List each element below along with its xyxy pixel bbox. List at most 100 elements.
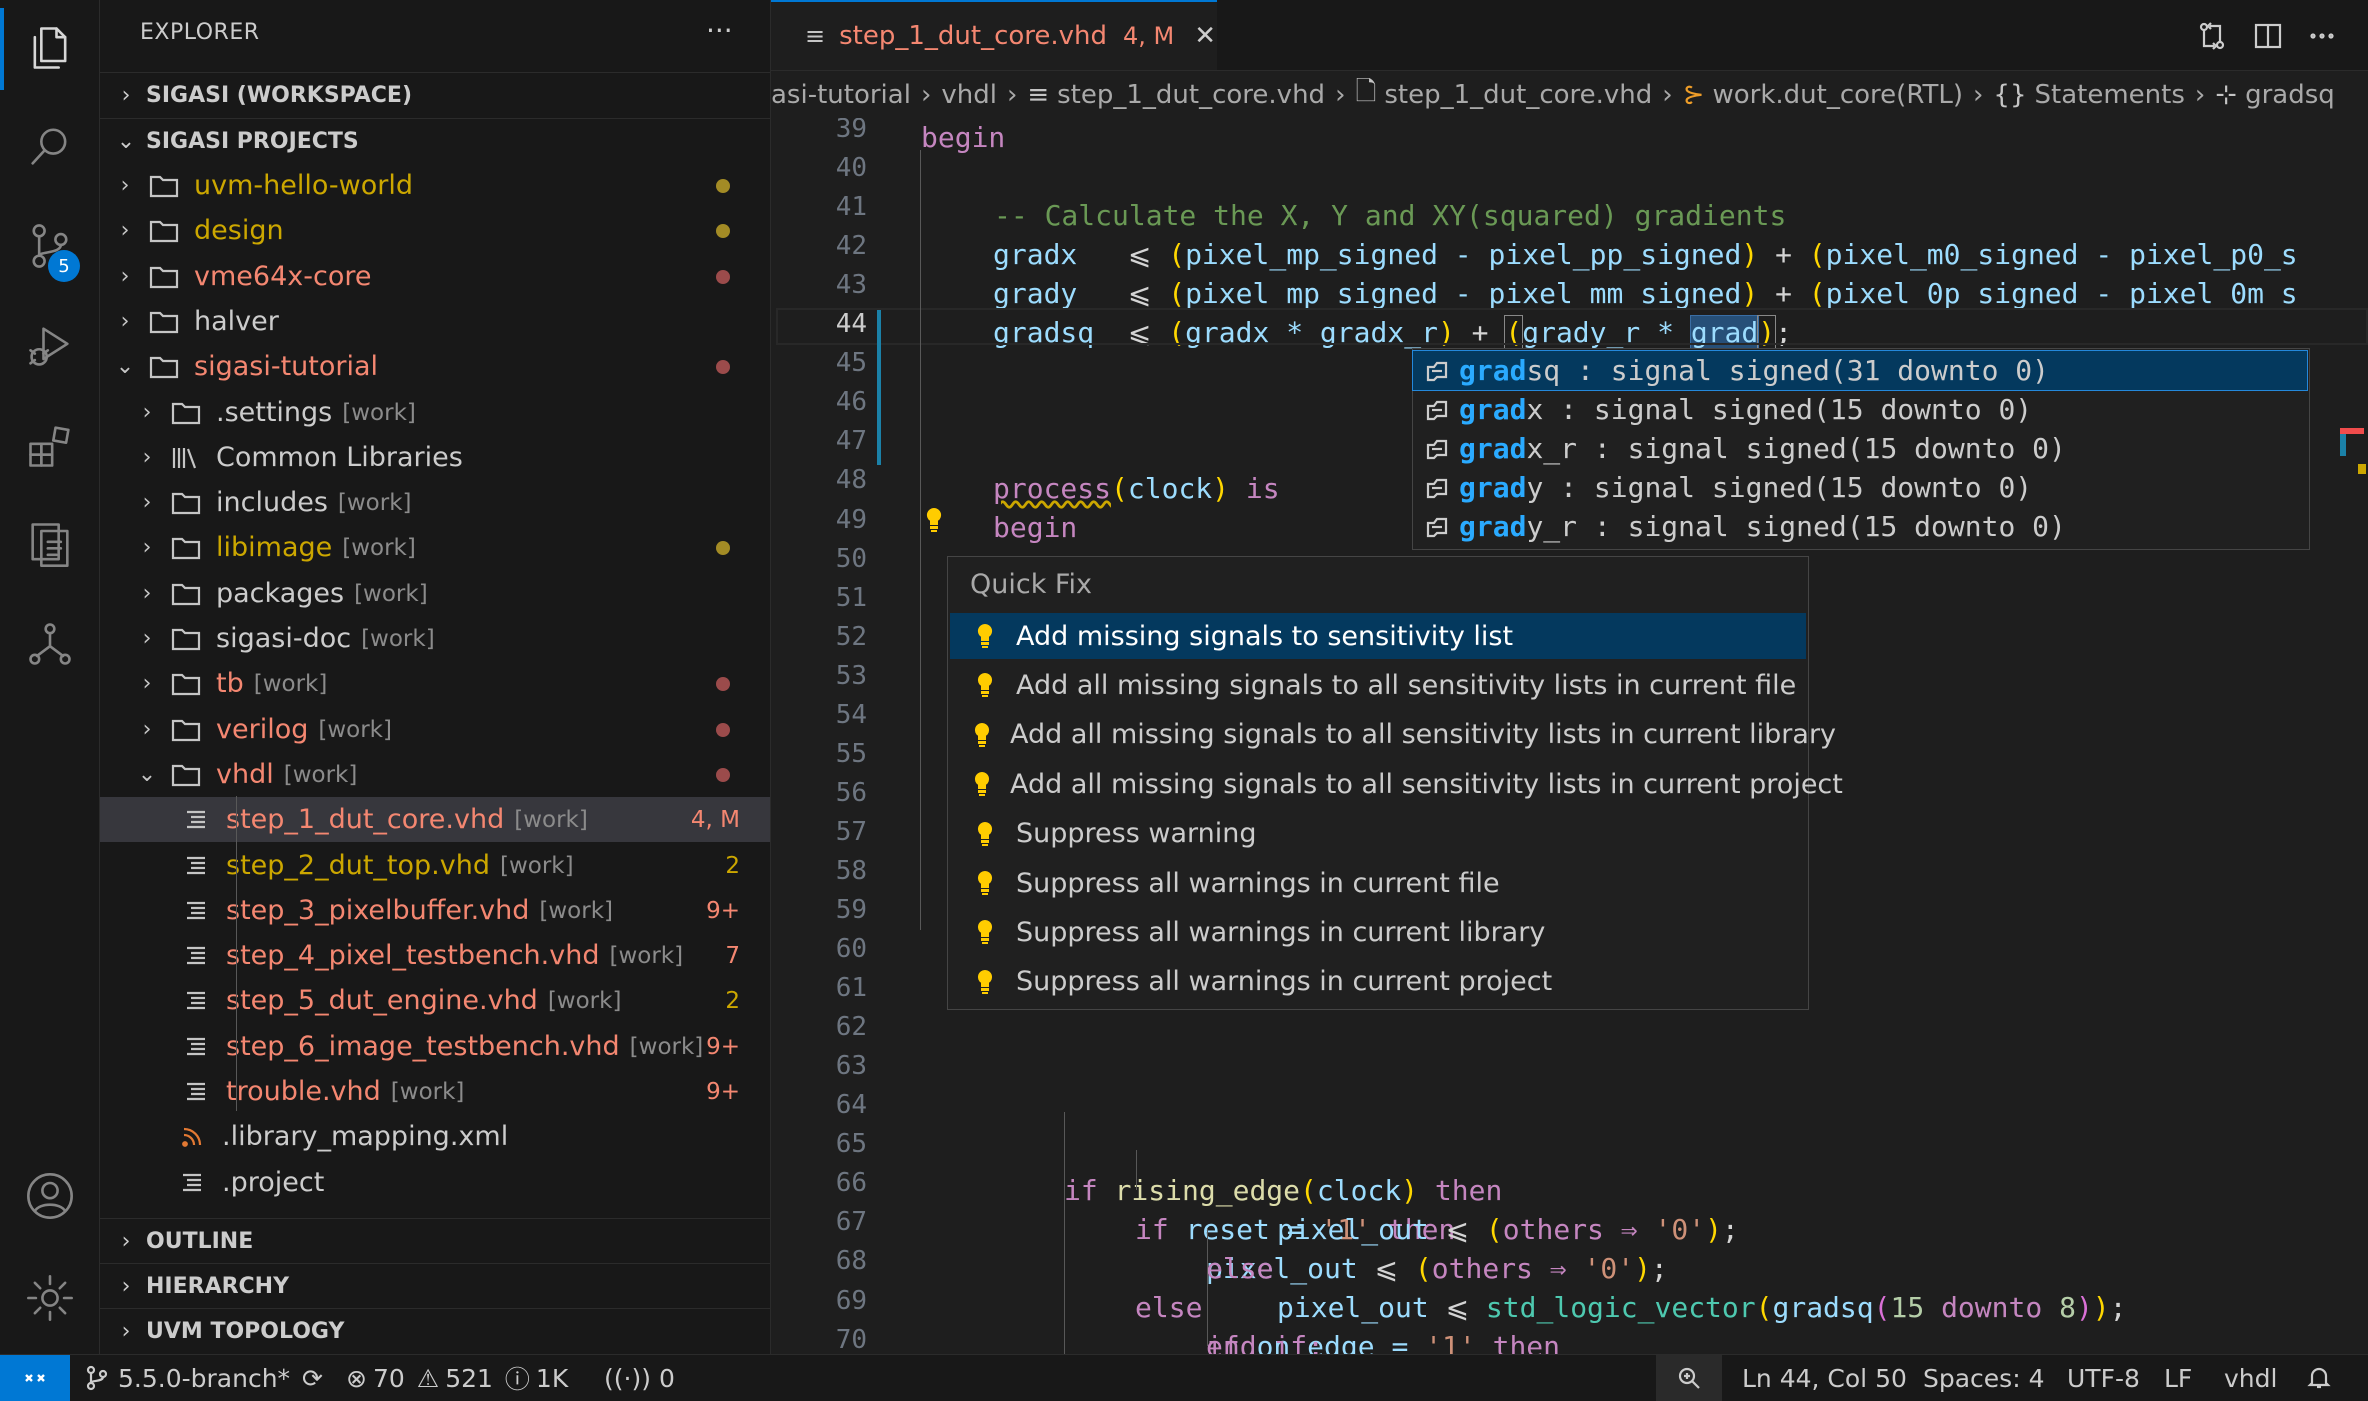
folder-icon bbox=[148, 352, 180, 382]
tree-item[interactable]: › includes [work] bbox=[100, 480, 770, 525]
chevron-right-icon[interactable]: › bbox=[114, 218, 136, 243]
tree-item[interactable]: step_1_dut_core.vhd [work] 4, M bbox=[100, 797, 770, 842]
quick-fix-item[interactable]: Suppress all warnings in current library bbox=[950, 909, 1806, 955]
branch-status[interactable]: 5.5.0-branch* ⟳ bbox=[84, 1355, 323, 1401]
extensions-icon[interactable] bbox=[22, 418, 78, 474]
close-icon[interactable]: ✕ bbox=[1194, 21, 1216, 51]
tree-item[interactable]: › packages [work] bbox=[100, 571, 770, 616]
run-debug-icon[interactable] bbox=[22, 318, 78, 374]
tree-item[interactable]: › uvm-hello-world bbox=[100, 163, 770, 208]
chevron-down-icon[interactable]: ⌄ bbox=[136, 762, 158, 787]
breadcrumb-item[interactable]: step_1_dut_core.vhd bbox=[1057, 80, 1325, 110]
suggest-item[interactable]: grad sq : signal signed(31 downto 0) bbox=[1412, 350, 2308, 391]
folder-icon bbox=[170, 579, 202, 609]
compare-changes-icon[interactable] bbox=[2194, 18, 2230, 54]
breadcrumb-item[interactable]: asi-tutorial bbox=[771, 80, 911, 110]
chevron-right-icon[interactable]: › bbox=[114, 264, 136, 289]
tree-item[interactable]: step_6_image_testbench.vhd [work] 9+ bbox=[100, 1024, 770, 1069]
encoding-status[interactable]: UTF-8 bbox=[2067, 1355, 2140, 1401]
suggest-item[interactable]: grad y : signal signed(15 downto 0) bbox=[1413, 468, 2307, 507]
tree-item[interactable]: › halver bbox=[100, 299, 770, 344]
tree-item[interactable]: › design bbox=[100, 208, 770, 253]
more-actions-icon[interactable]: ··· bbox=[706, 14, 733, 47]
tree-item[interactable]: › .settings [work] bbox=[100, 390, 770, 435]
lightbulb-icon[interactable] bbox=[924, 506, 950, 536]
quick-fix-item[interactable]: Add all missing signals to all sensitivi… bbox=[950, 761, 1843, 807]
tree-item[interactable]: .library_mapping.xml bbox=[100, 1114, 770, 1159]
breadcrumb-item[interactable]: step_1_dut_core.vhd bbox=[1384, 80, 1652, 110]
quick-fix-item[interactable]: Add all missing signals to all sensitivi… bbox=[950, 712, 1836, 758]
chevron-right-icon[interactable]: › bbox=[136, 581, 158, 606]
language-mode[interactable]: vhdl bbox=[2224, 1355, 2277, 1401]
account-icon[interactable] bbox=[22, 1168, 78, 1224]
more-actions-icon[interactable] bbox=[2304, 18, 2340, 54]
suggest-item[interactable]: grad x_r : signal signed(15 downto 0) bbox=[1413, 429, 2307, 468]
testing-icon[interactable] bbox=[22, 516, 78, 572]
remote-indicator-icon[interactable] bbox=[0, 1355, 70, 1401]
chevron-right-icon[interactable]: › bbox=[136, 445, 158, 470]
quick-fix-item[interactable]: Suppress all warnings in current file bbox=[950, 860, 1806, 906]
file-icon: 🗋 bbox=[1355, 77, 1377, 107]
tree-item[interactable]: trouble.vhd [work] 9+ bbox=[100, 1069, 770, 1114]
tree-item[interactable]: step_2_dut_top.vhd [work] 2 bbox=[100, 843, 770, 888]
editor-tab-active[interactable]: ≡ step_1_dut_core.vhd 4, M ✕ bbox=[771, 0, 1217, 70]
suggest-item[interactable]: grad x : signal signed(15 downto 0) bbox=[1413, 390, 2307, 429]
tree-item[interactable]: ⌄ sigasi-tutorial bbox=[100, 344, 770, 389]
tree-item[interactable]: › verilog [work] bbox=[100, 707, 770, 752]
breadcrumb-item[interactable]: work.dut_core(RTL) bbox=[1713, 80, 1964, 110]
tree-item[interactable]: › vme64x-core bbox=[100, 254, 770, 299]
quick-fix-item[interactable]: Add all missing signals to all sensitivi… bbox=[950, 662, 1806, 708]
chevron-right-icon: › bbox=[1335, 80, 1346, 110]
broadcast-icon: ((·)) bbox=[604, 1363, 651, 1393]
tree-item[interactable]: › Common Libraries bbox=[100, 435, 770, 480]
quick-fix-item[interactable]: Suppress all warnings in current project bbox=[950, 959, 1806, 1005]
zoom-icon[interactable] bbox=[1656, 1355, 1722, 1401]
tree-item[interactable]: step_5_dut_engine.vhd [work] 2 bbox=[100, 978, 770, 1023]
section-uvm-topology[interactable]: › UVM TOPOLOGY bbox=[100, 1308, 770, 1353]
chevron-right-icon[interactable]: › bbox=[136, 717, 158, 742]
sync-icon[interactable]: ⟳ bbox=[302, 1364, 323, 1393]
eol-status[interactable]: LF bbox=[2164, 1355, 2192, 1401]
cursor-position[interactable]: Ln 44, Col 50 bbox=[1742, 1355, 1907, 1401]
breadcrumb-item[interactable]: gradsq bbox=[2245, 80, 2335, 110]
chevron-right-icon[interactable]: › bbox=[114, 309, 136, 334]
split-editor-icon[interactable] bbox=[2250, 18, 2286, 54]
hierarchy-icon[interactable] bbox=[22, 616, 78, 672]
explorer-icon[interactable] bbox=[22, 20, 78, 76]
chevron-right-icon[interactable]: › bbox=[136, 490, 158, 515]
problems-status[interactable]: ⊗ 70 ⚠ 521 ⓘ 1K bbox=[346, 1355, 568, 1401]
notifications-bell-icon[interactable] bbox=[2306, 1355, 2340, 1401]
tree-item[interactable]: step_4_pixel_testbench.vhd [work] 7 bbox=[100, 933, 770, 978]
search-icon[interactable] bbox=[22, 118, 78, 174]
section-hierarchy[interactable]: › HIERARCHY bbox=[100, 1263, 770, 1308]
chevron-right-icon[interactable]: › bbox=[136, 626, 158, 651]
tree-item[interactable]: .project bbox=[100, 1160, 770, 1205]
breadcrumb-item[interactable]: vhdl bbox=[941, 80, 997, 110]
quick-fix-item[interactable]: Suppress warning bbox=[950, 811, 1806, 857]
tab-label: step_1_dut_core.vhd bbox=[839, 21, 1108, 51]
chevron-right-icon[interactable]: › bbox=[136, 400, 158, 425]
settings-gear-icon[interactable] bbox=[22, 1270, 78, 1326]
branch-label: 5.5.0-branch* bbox=[118, 1363, 291, 1393]
tree-item[interactable]: › sigasi-doc [work] bbox=[100, 616, 770, 661]
signal-icon: ⊹ bbox=[2215, 80, 2238, 110]
section-outline[interactable]: › OUTLINE bbox=[100, 1218, 770, 1263]
indentation-status[interactable]: Spaces: 4 bbox=[1923, 1355, 2044, 1401]
tree-item[interactable]: › tb [work] bbox=[100, 661, 770, 706]
chevron-right-icon[interactable]: › bbox=[136, 671, 158, 696]
quick-fix-item[interactable]: Add missing signals to sensitivity list bbox=[950, 613, 1806, 659]
line-number: 53 bbox=[835, 660, 867, 691]
code-line-68: else bbox=[1206, 1252, 1274, 1285]
chevron-right-icon[interactable]: › bbox=[136, 535, 158, 560]
tree-item[interactable]: step_3_pixelbuffer.vhd [work] 9+ bbox=[100, 888, 770, 933]
tree-item[interactable]: ⌄ vhdl [work] bbox=[100, 752, 770, 797]
ports-status[interactable]: ((·)) 0 bbox=[604, 1355, 675, 1401]
breadcrumb-item[interactable]: Statements bbox=[2035, 80, 2185, 110]
chevron-right-icon[interactable]: › bbox=[114, 173, 136, 198]
suggest-item[interactable]: grad y_r : signal signed(15 downto 0) bbox=[1413, 507, 2307, 546]
section-workspace[interactable]: › SIGASI (WORKSPACE) bbox=[100, 72, 770, 117]
tree-item[interactable]: › libimage [work] bbox=[100, 525, 770, 570]
chevron-down-icon[interactable]: ⌄ bbox=[114, 354, 136, 379]
xml-file-icon bbox=[176, 1122, 208, 1152]
section-projects[interactable]: ⌄ SIGASI PROJECTS bbox=[100, 118, 770, 163]
